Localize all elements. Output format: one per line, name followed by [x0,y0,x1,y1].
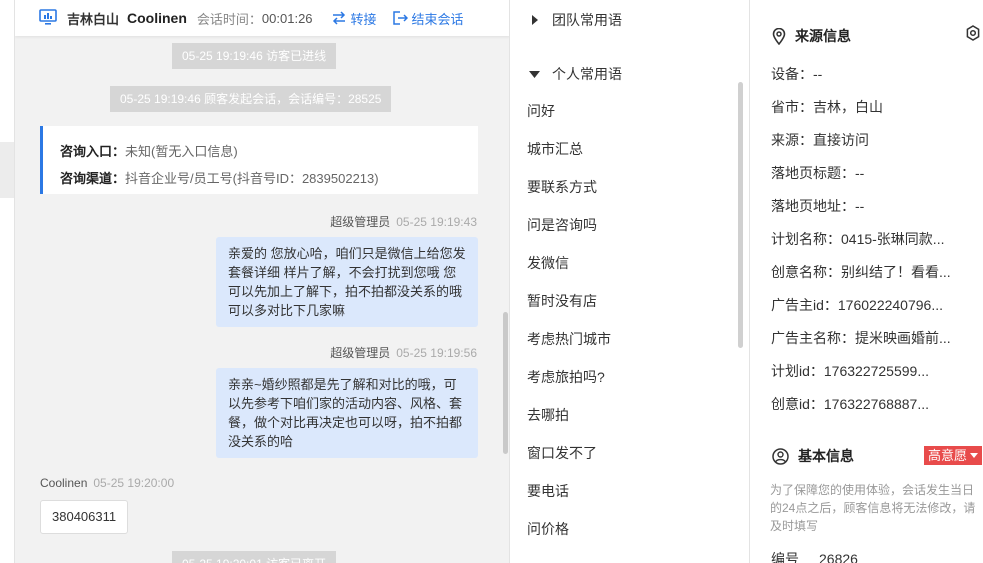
source-field: 广告主名称：提米映画婚前... [771,330,951,346]
visitor-message-bubble: 380406311 [40,500,129,534]
source-field: 创意id：176322768887... [771,396,929,412]
basic-info-title: 基本信息 [772,446,854,466]
message-line: 亲爱的 您放心哈，咱们只是微信上给您发 [228,246,466,261]
message-line: 套餐详细 样片了解，不会打扰到您哦 您 [228,265,457,280]
number-value: 26826 [819,551,858,563]
intent-level-value: 高意愿 [928,448,968,463]
agent-message-bubble: 亲亲~婚纱照都是先了解和对比的哦，可 以先参考下咱们家的活动内容、风格、套 餐，… [216,368,478,458]
customer-number-row: 编号 26826 [771,549,858,563]
source-field: 省市：吉林，白山 [771,99,883,115]
phrase-item[interactable]: 发微信 [527,253,569,273]
edit-notice: 为了保障您的使用体验，会话发生当日的24点之后，顾客信息将无法修改，请及时填写 [770,483,976,533]
caret-down-icon [528,68,540,80]
transfer-label: 转接 [350,11,377,27]
message-time: 05-25 19:19:43 [396,215,477,229]
source-info-title: 来源信息 [772,26,851,46]
transfer-button[interactable]: 转接 [331,9,377,28]
agent-message-bubble: 亲爱的 您放心哈，咱们只是微信上给您发 套餐详细 样片了解，不会打扰到您哦 您 … [216,237,478,327]
end-session-label: 结束会话 [411,11,464,27]
message-time: 05-25 19:19:56 [396,346,477,360]
chat-scrollbar[interactable] [503,312,508,454]
entry-value: 未知(暂无入口信息) [125,144,238,159]
source-info-panel: 来源信息 设备：-- 省市：吉林，白山 来源：直接访问 落地页标题：-- 落地页… [751,0,983,563]
user-circle-icon [772,447,789,465]
end-session-button[interactable]: 结束会话 [392,9,464,28]
collapse-tab[interactable] [0,142,14,198]
source-info-label: 来源信息 [795,28,851,44]
chat-panel: 吉林白山 Coolinen 会话时间： 00:01:26 转接 结束会话 05-… [15,0,510,563]
message-line: 没关系的哈 [228,434,294,449]
location-pin-icon [772,27,786,45]
source-field: 计划名称：0415-张琳同款... [771,231,945,247]
entry-row: 咨询入口： 未知(暂无入口信息) [60,138,478,165]
source-field: 落地页地址：-- [771,198,865,214]
message-sender: Coolinen [40,476,88,490]
message-line: 可以先加上了解下，拍不拍都没关系的哦 [228,284,463,299]
source-field: 创意名称：别纠结了！看看... [771,264,951,280]
phrase-item[interactable]: 去哪拍 [527,405,569,425]
left-gutter [0,0,15,563]
phrases-scrollbar[interactable] [738,82,743,348]
source-field: 落地页标题：-- [771,165,865,181]
source-field: 设备：-- [771,66,823,82]
team-phrases-group[interactable]: 团队常用语 [528,10,622,30]
system-message: 05-25 19:19:46 顾客发起会话，会话编号：28525 [110,86,392,112]
source-field: 来源：直接访问 [771,132,869,148]
phrase-item[interactable]: 考虑热门城市 [527,329,611,349]
intent-level-dropdown[interactable]: 高意愿 [924,446,983,465]
caret-right-icon [528,14,540,26]
message-meta: Coolinen 05-25 19:20:00 [40,476,174,490]
phrase-item[interactable]: 考虑旅拍吗? [527,367,605,387]
message-line: 亲亲~婚纱照都是先了解和对比的哦，可 [228,377,457,392]
message-meta: 超级管理员 05-25 19:19:56 [330,344,477,361]
message-line: 以先参考下咱们家的活动内容、风格、套 [228,396,463,411]
source-field: 计划id：176322725599... [771,363,929,379]
system-message: 05-25 19:20:01 访客已离开 [172,551,337,563]
transfer-icon [332,11,345,25]
message-line: 餐，做个对比再决定也可以呀，拍不拍都 [228,415,463,430]
personal-phrases-label: 个人常用语 [552,66,622,82]
phrase-item[interactable]: 问价格 [527,519,569,539]
exit-icon [392,11,408,25]
entry-label: 咨询入口： [60,144,126,159]
message-line: 可以多对比下几家嘛 [228,303,346,318]
team-phrases-label: 团队常用语 [552,12,622,28]
basic-info-label: 基本信息 [798,448,854,464]
channel-label: 咨询渠道： [60,171,126,186]
personal-phrases-group[interactable]: 个人常用语 [528,64,622,84]
quick-phrases-panel: 团队常用语 个人常用语 问好 城市汇总 要联系方式 问是咨询吗 发微信 暂时没有… [511,0,750,563]
phrase-item[interactable]: 问是咨询吗 [527,215,597,235]
phrase-item[interactable]: 窗口发不了 [527,443,597,463]
session-time-label: 会话时间： [196,11,262,27]
channel-value: 抖音企业号/员工号(抖音号ID：2839502213) [125,171,379,186]
message-sender: 超级管理员 [330,215,391,229]
phrase-item[interactable]: 要联系方式 [527,177,597,197]
phrase-item[interactable]: 要电话 [527,481,569,501]
number-label: 编号 [771,551,799,563]
monitor-icon [39,9,57,27]
workspace: 吉林白山 Coolinen 会话时间： 00:01:26 转接 结束会话 05-… [0,0,983,563]
visitor-name: Coolinen [127,10,187,26]
channel-row: 咨询渠道： 抖音企业号/员工号(抖音号ID：2839502213) [60,165,478,192]
consult-info-card: 咨询入口： 未知(暂无入口信息) 咨询渠道： 抖音企业号/员工号(抖音号ID：2… [40,126,478,194]
phrase-item[interactable]: 暂时没有店 [527,291,597,311]
phrase-item[interactable]: 问好 [527,101,555,121]
source-field: 广告主id：176022240796... [771,297,943,313]
message-meta: 超级管理员 05-25 19:19:43 [330,213,477,230]
visitor-location: 吉林白山 [67,11,120,27]
phrase-item[interactable]: 城市汇总 [527,139,583,159]
settings-gear-icon[interactable] [965,25,981,41]
message-sender: 超级管理员 [330,346,391,360]
message-time: 05-25 19:20:00 [93,476,175,490]
system-message: 05-25 19:19:46 访客已进线 [172,43,337,69]
dropdown-arrow-icon [970,453,979,458]
chat-header: 吉林白山 Coolinen 会话时间： 00:01:26 转接 结束会话 [15,0,509,36]
session-time-value: 00:01:26 [261,10,313,26]
